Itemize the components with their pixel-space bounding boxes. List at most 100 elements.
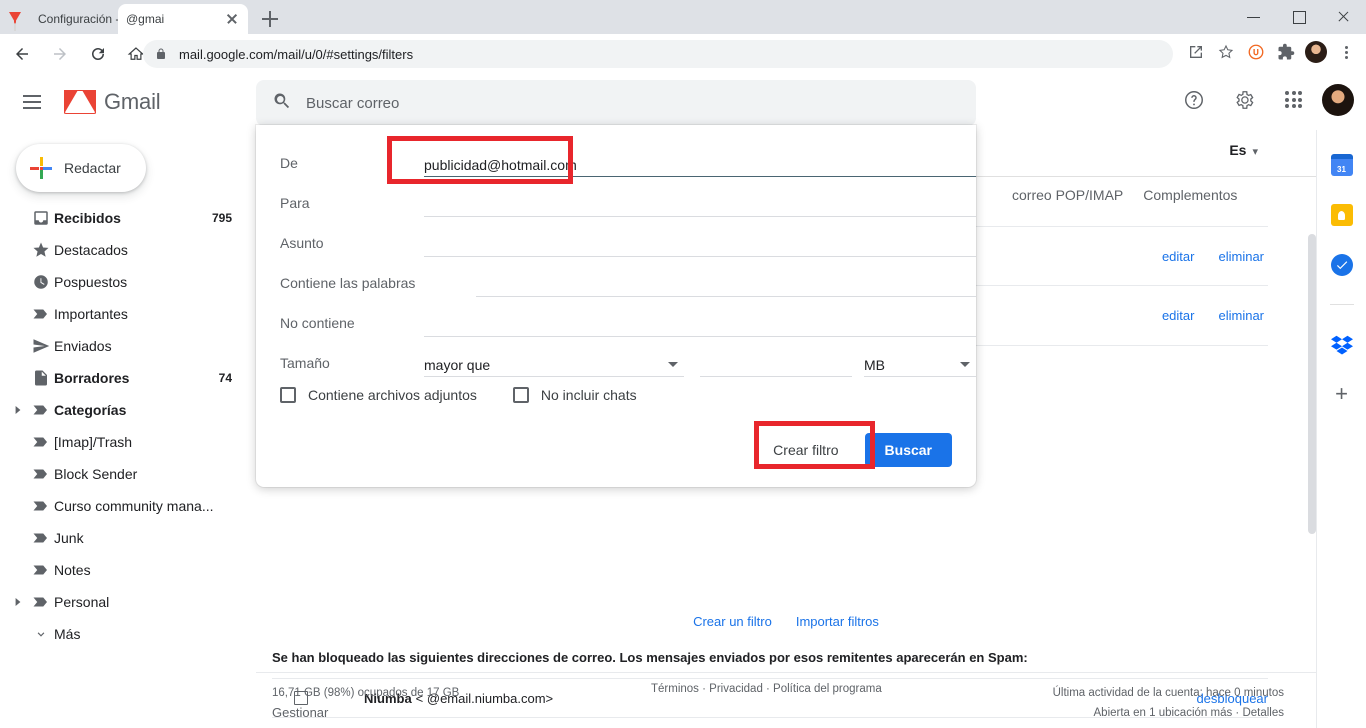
has-attachment-checkbox[interactable]: Contiene archivos adjuntos	[280, 387, 477, 403]
size-operator-value: mayor que	[424, 356, 491, 373]
tab-complementos[interactable]: Complementos	[1143, 187, 1237, 203]
checkbox-box[interactable]	[280, 387, 296, 403]
sidebar-label: Importantes	[54, 306, 128, 322]
language-selector[interactable]: Es ▾	[1229, 142, 1258, 158]
chevron-right-icon[interactable]	[8, 598, 28, 606]
search-input[interactable]: Buscar correo	[256, 80, 976, 126]
google-apps-icon[interactable]	[1272, 78, 1316, 122]
create-filter-link[interactable]: Crear un filtro	[693, 614, 772, 629]
main-menu-icon[interactable]	[8, 78, 56, 126]
window-close-button[interactable]	[1321, 0, 1366, 34]
footer-left: 16,71 GB (98%) ocupados de 17 GB Gestion…	[272, 683, 459, 723]
sidebar-item-pospuestos[interactable]: Pospuestos	[0, 266, 246, 298]
filter-edit-link[interactable]: editar	[1162, 308, 1195, 323]
sidebar-label: Pospuestos	[54, 274, 128, 290]
content-scrollbar[interactable]	[1308, 234, 1316, 654]
chrome-menu-icon[interactable]	[1332, 38, 1360, 66]
chevron-down-icon	[28, 627, 54, 641]
sidebar-item-borradores[interactable]: Borradores 74	[0, 362, 246, 394]
subject-field[interactable]	[424, 233, 976, 257]
compose-button[interactable]: Redactar	[16, 144, 146, 192]
sidebar-item-categorias[interactable]: Categorías	[0, 394, 246, 426]
label-icon	[28, 529, 54, 547]
add-addon-icon[interactable]: +	[1331, 383, 1353, 405]
chevron-down-icon	[668, 362, 678, 367]
sidebar-item-imap-trash[interactable]: [Imap]/Trash	[0, 426, 246, 458]
checkbox-label: Contiene archivos adjuntos	[308, 387, 477, 403]
from-field[interactable]	[424, 153, 976, 177]
browser-profile-avatar[interactable]	[1302, 38, 1330, 66]
settings-gear-icon[interactable]	[1222, 78, 1266, 122]
advanced-search-dialog: De Para Asunto Contiene las palabras No …	[256, 125, 976, 487]
sidebar-nav-list: Recibidos 795 Destacados Pospuestos Impo…	[0, 202, 256, 650]
sidebar-item-mas[interactable]: Más	[0, 618, 246, 650]
extensions-puzzle-icon[interactable]	[1272, 38, 1300, 66]
chevron-right-icon[interactable]	[8, 406, 28, 414]
sidebar-item-destacados[interactable]: Destacados	[0, 234, 246, 266]
gmail-logo-text: Gmail	[104, 89, 161, 114]
filter-delete-link[interactable]: eliminar	[1218, 249, 1264, 264]
filter-delete-link[interactable]: eliminar	[1218, 308, 1264, 323]
chevron-down-icon: ▾	[1252, 146, 1258, 158]
size-unit-value: MB	[864, 356, 885, 373]
to-field[interactable]	[424, 193, 976, 217]
checkbox-box[interactable]	[512, 387, 529, 403]
honey-extension-icon[interactable]	[1242, 38, 1270, 66]
sidebar-item-importantes[interactable]: Importantes	[0, 298, 246, 330]
sidebar-label: Junk	[54, 530, 84, 546]
google-tasks-icon[interactable]	[1330, 254, 1353, 276]
sidebar-item-recibidos[interactable]: Recibidos 795	[0, 202, 246, 234]
sidebar-item-enviados[interactable]: Enviados	[0, 330, 246, 362]
tab-close-icon[interactable]	[224, 11, 240, 27]
exclude-chats-checkbox[interactable]: No incluir chats	[512, 387, 637, 403]
sidebar-label: Curso community mana...	[54, 498, 214, 514]
create-filter-button[interactable]: Crear filtro	[755, 433, 857, 467]
sidebar-item-curso-community[interactable]: Curso community mana...	[0, 490, 246, 522]
size-operator-select[interactable]: mayor que	[424, 353, 684, 377]
reload-icon[interactable]	[82, 38, 114, 70]
google-calendar-icon[interactable]: 31	[1330, 154, 1353, 176]
search-button[interactable]: Buscar	[864, 433, 952, 467]
import-filters-link[interactable]: Importar filtros	[796, 614, 879, 629]
google-keep-icon[interactable]	[1330, 204, 1353, 226]
sidebar-item-notes[interactable]: Notes	[0, 554, 246, 586]
language-label: Es	[1229, 142, 1247, 158]
manage-storage-link[interactable]: Gestionar	[272, 703, 459, 723]
address-bar[interactable]: mail.google.com/mail/u/0/#settings/filte…	[143, 40, 1173, 68]
dialog-row-para: Para	[280, 183, 976, 223]
browser-tab-2[interactable]: @gmai	[118, 4, 248, 34]
sidebar-item-junk[interactable]: Junk	[0, 522, 246, 554]
has-words-field[interactable]	[476, 273, 976, 297]
sidebar-label: Borradores	[54, 370, 130, 386]
account-avatar[interactable]	[1322, 84, 1354, 116]
window-maximize-button[interactable]	[1276, 0, 1321, 34]
sidebar-label: Recibidos	[54, 210, 121, 226]
gmail-logo[interactable]: Gmail	[64, 89, 161, 115]
gmail-header: Gmail Buscar correo	[0, 74, 1366, 130]
scrollbar-thumb[interactable]	[1308, 234, 1316, 534]
gmail-header-actions	[1172, 78, 1354, 122]
window-minimize-button[interactable]	[1231, 0, 1276, 34]
sidebar-label: Enviados	[54, 338, 112, 354]
new-tab-button[interactable]	[258, 7, 282, 31]
tab-pop-imap[interactable]: correo POP/IMAP	[1012, 187, 1123, 203]
filter-edit-link[interactable]: editar	[1162, 249, 1195, 264]
dropbox-icon[interactable]	[1330, 333, 1353, 355]
activity-detail-text[interactable]: Abierta en 1 ubicación más · Detalles	[1053, 703, 1285, 723]
help-icon[interactable]	[1172, 78, 1216, 122]
size-unit-select[interactable]: MB	[864, 353, 976, 377]
browser-toolbar: mail.google.com/mail/u/0/#settings/filte…	[0, 34, 1366, 74]
doesnt-have-field[interactable]	[424, 313, 976, 337]
sidebar-item-block-sender[interactable]: Block Sender	[0, 458, 246, 490]
back-arrow-icon[interactable]	[6, 38, 38, 70]
share-page-icon[interactable]	[1182, 38, 1210, 66]
sidebar-item-personal[interactable]: Personal	[0, 586, 246, 618]
bookmark-star-icon[interactable]	[1212, 38, 1240, 66]
gmail-logo-icon	[64, 90, 96, 114]
size-amount-field[interactable]	[700, 353, 852, 377]
dialog-checkboxes: Contiene archivos adjuntos No incluir ch…	[280, 387, 637, 403]
blocked-addresses-title: Se han bloqueado las siguientes direccio…	[272, 650, 1028, 665]
forward-arrow-icon[interactable]	[44, 38, 76, 70]
label-icon	[28, 561, 54, 579]
footer-legal-links[interactable]: Términos · Privacidad · Política del pro…	[651, 683, 882, 695]
